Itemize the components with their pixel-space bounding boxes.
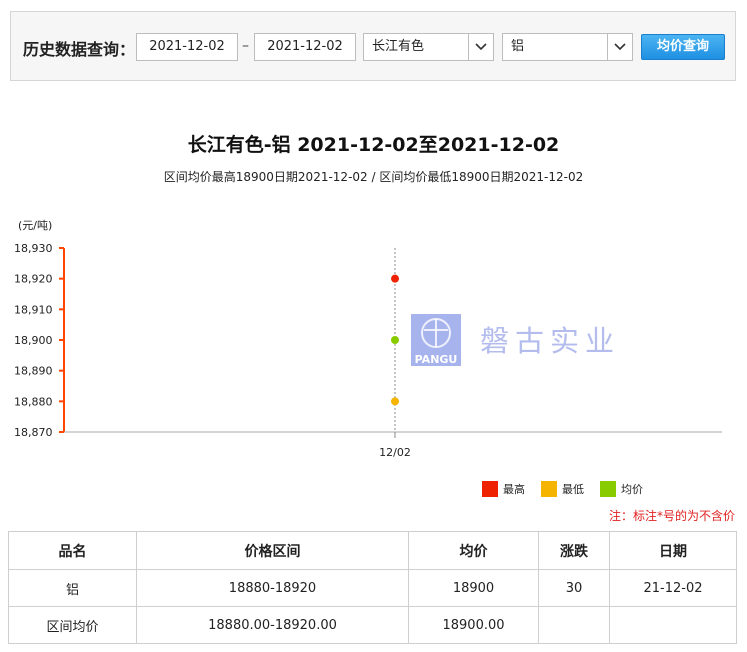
price-table: 品名 价格区间 均价 涨跌 日期 铝 18880-18920 18900 30 …: [8, 531, 737, 644]
cell-change: [538, 606, 610, 644]
y-axis-label: (元/吨): [18, 219, 52, 232]
y-tick-label: 18,900: [14, 334, 53, 347]
y-tick-label: 18,890: [14, 365, 53, 378]
table-row: 区间均价 18880.00-18920.00 18900.00: [8, 606, 737, 644]
y-tick-label: 18,930: [14, 242, 53, 255]
data-point: [391, 397, 399, 406]
cell-price-range: 18880.00-18920.00: [136, 606, 409, 644]
cell-average: 18900.00: [408, 606, 539, 644]
y-tick-label: 18,870: [14, 426, 53, 439]
col-header-date: 日期: [609, 531, 737, 570]
legend-swatch: [541, 481, 557, 497]
col-header-change: 涨跌: [538, 531, 610, 570]
cell-change: 30: [538, 569, 610, 607]
cell-average: 18900: [408, 569, 539, 607]
legend-swatch: [600, 481, 616, 497]
y-tick-label: 18,910: [14, 303, 53, 316]
watermark-company-name: 磐古实业: [480, 324, 620, 358]
data-point: [391, 336, 399, 344]
cell-name: 铝: [8, 569, 137, 607]
cell-name: 区间均价: [8, 606, 137, 644]
cell-price-range: 18880-18920: [136, 569, 409, 607]
col-header-name: 品名: [8, 531, 137, 570]
data-point: [391, 274, 399, 283]
col-header-average: 均价: [408, 531, 539, 570]
cell-date: 21-12-02: [609, 569, 737, 607]
watermark-logo-text: PANGU: [415, 353, 458, 366]
price-note: 注：标注*号的为不含价: [608, 509, 735, 523]
x-tick-label: 12/02: [379, 446, 411, 459]
col-header-price-range: 价格区间: [136, 531, 409, 570]
table-header-row: 品名 价格区间 均价 涨跌 日期: [8, 531, 737, 570]
y-tick-label: 18,920: [14, 273, 53, 286]
cell-date: [609, 606, 737, 644]
legend-label: 均价: [621, 483, 643, 496]
table-row: 铝 18880-18920 18900 30 21-12-02: [8, 569, 737, 607]
y-tick-label: 18,880: [14, 395, 53, 408]
legend: 最高 最低 均价: [482, 481, 643, 497]
y-axis: (元/吨) 18,870 18,880 18,890 18,900 18,910 18,92…: [14, 219, 65, 439]
price-chart: PANGU 磐古实业 (元/吨) 18,870 18,880 18,890 18,900…: [14, 219, 722, 497]
legend-label: 最低: [562, 483, 584, 496]
legend-swatch: [482, 481, 498, 497]
pangu-watermark: PANGU 磐古实业: [411, 314, 620, 366]
legend-label: 最高: [503, 482, 525, 496]
